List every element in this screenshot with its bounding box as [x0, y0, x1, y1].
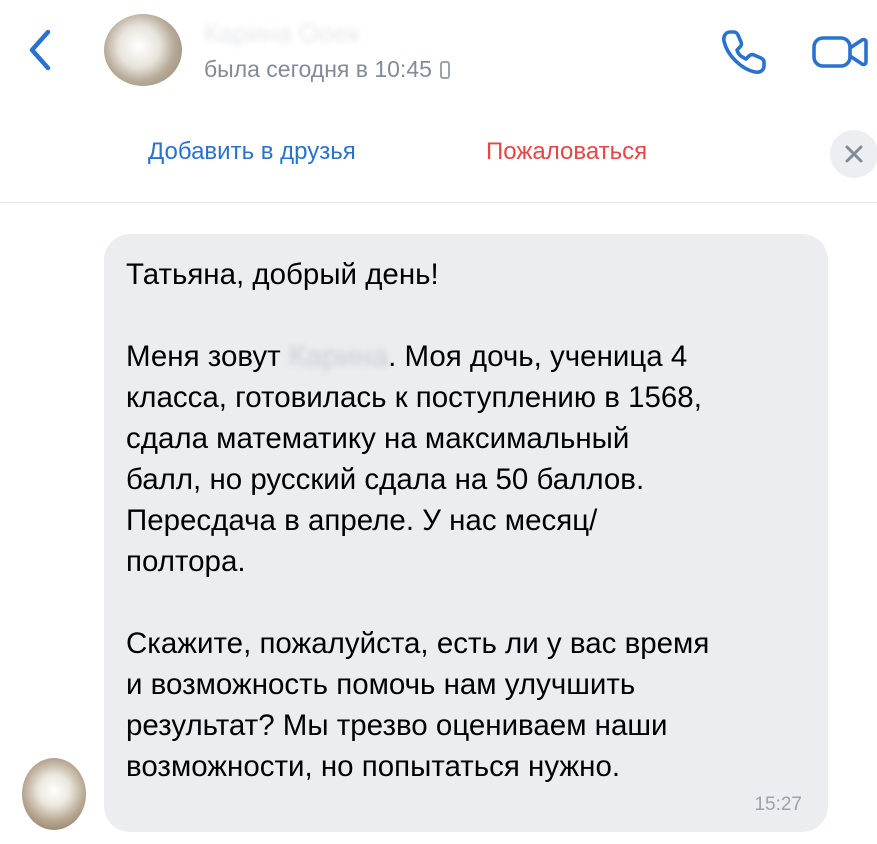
chat-header: Карина Ооек была сегодня в 10:45 — [0, 0, 877, 105]
last-seen-text: была сегодня в 10:45 — [204, 56, 432, 82]
last-seen-status: была сегодня в 10:45 — [204, 56, 450, 83]
message-line: возможности, но попытаться нужно. — [126, 750, 621, 783]
friend-action-bar: Добавить в друзья Пожаловаться — [0, 104, 877, 203]
video-camera-icon — [812, 36, 868, 68]
chevron-left-icon — [29, 29, 51, 71]
chat-screen: Карина Ооек была сегодня в 10:45 Добавит… — [0, 0, 877, 844]
message-line: Меня зовут Карина. Моя дочь, ученица 4 — [126, 336, 806, 377]
close-icon — [845, 145, 863, 163]
message-line: балл, но русский сдала на 50 баллов. — [126, 463, 645, 496]
contact-avatar[interactable] — [104, 14, 182, 86]
back-button[interactable] — [22, 26, 62, 74]
message-line: Пересдача в апреле. У нас месяц/ — [126, 504, 598, 537]
contact-name[interactable]: Карина Ооек — [204, 18, 404, 48]
message-line: результат? Мы трезво оцениваем наши — [126, 709, 668, 742]
sender-avatar[interactable] — [22, 758, 86, 830]
phone-icon — [722, 30, 766, 74]
message-line-end: . Моя дочь, ученица 4 — [388, 340, 688, 373]
message-line: Татьяна, добрый день! — [126, 258, 439, 291]
hidden-sender-name: Карина — [288, 340, 389, 373]
add-friend-button[interactable]: Добавить в друзья — [148, 138, 356, 166]
message-line: Скажите, пожалуйста, есть ли у вас время — [126, 627, 710, 660]
video-call-button[interactable] — [808, 28, 872, 76]
message-bubble[interactable]: Татьяна, добрый день! Меня зовут Карина.… — [104, 234, 828, 832]
call-button[interactable] — [716, 24, 772, 80]
message-line-start: Меня зовут — [126, 340, 281, 373]
report-button[interactable]: Пожаловаться — [486, 138, 647, 166]
message-time: 15:27 — [754, 794, 802, 815]
close-action-bar-button[interactable] — [830, 130, 877, 178]
mobile-phone-icon — [439, 60, 450, 79]
message-line: сдала математику на максимальный — [126, 422, 630, 455]
message-line: и возможность помочь нам улучшить — [126, 668, 636, 701]
message-line: класса, готовилась к поступлению в 1568, — [126, 381, 702, 414]
message-line: полтора. — [126, 545, 246, 578]
